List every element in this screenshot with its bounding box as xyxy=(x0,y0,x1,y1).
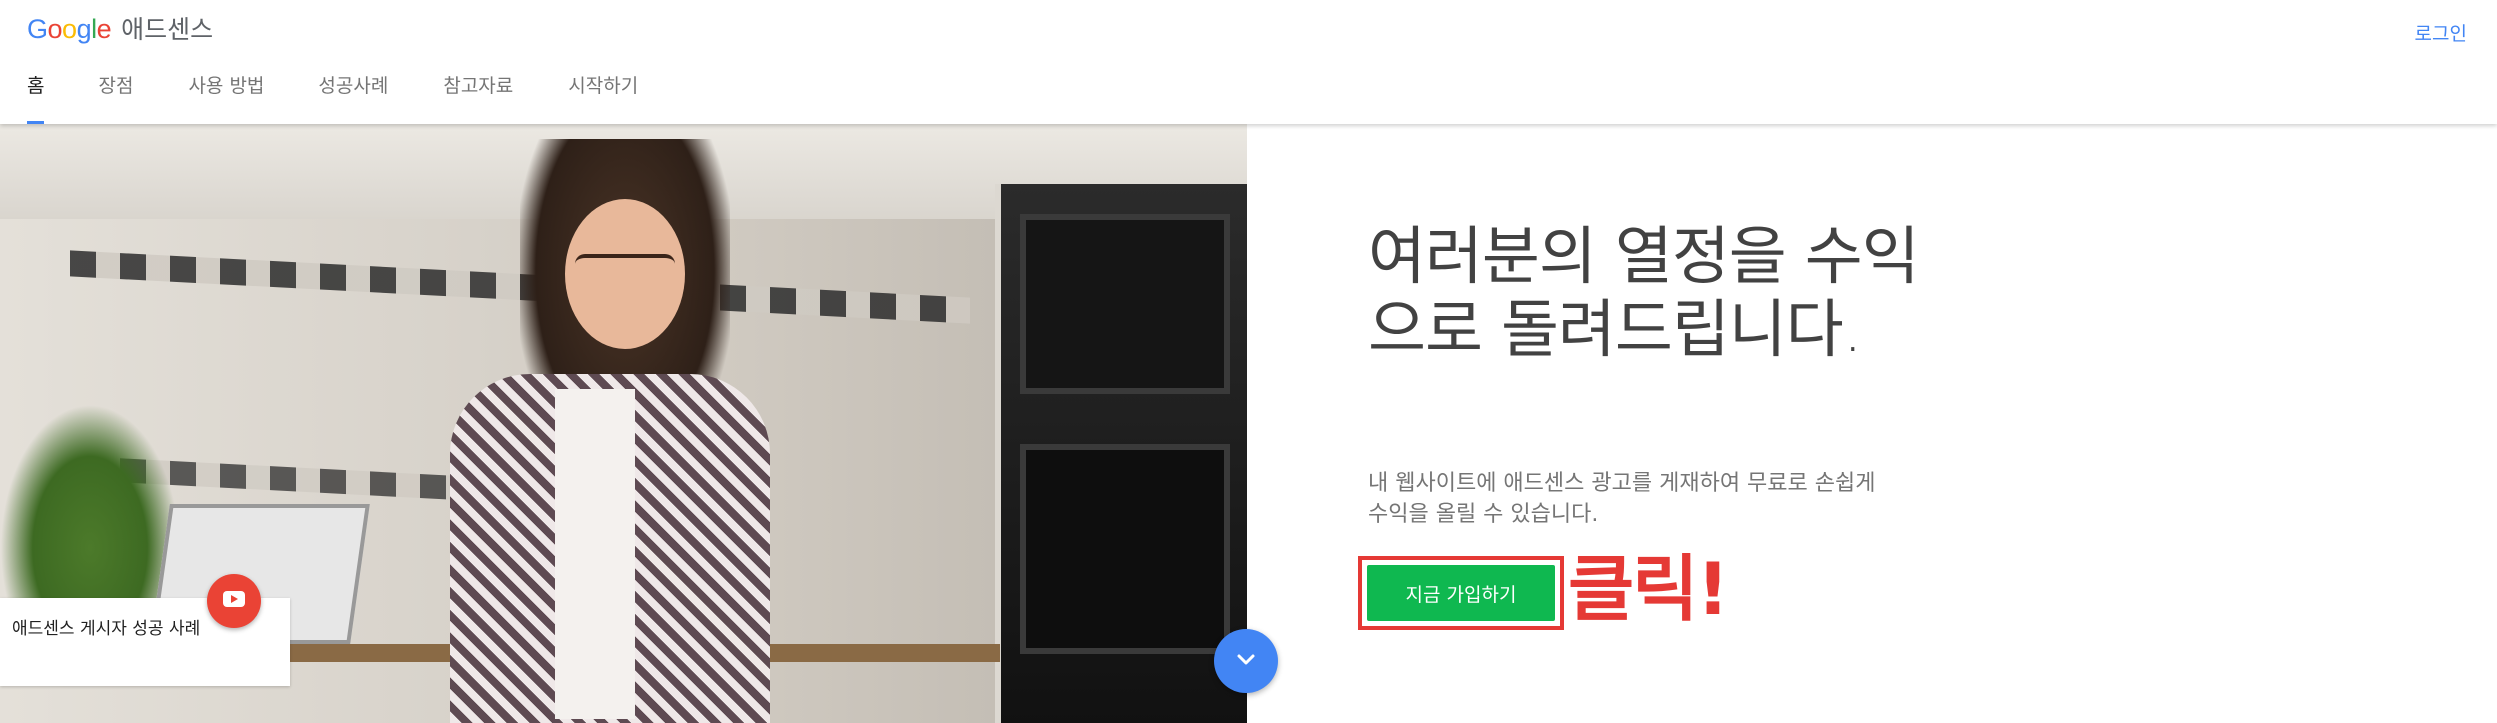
login-link[interactable]: 로그인 xyxy=(2415,19,2467,46)
youtube-play-icon xyxy=(223,591,245,611)
adsense-logo[interactable]: Google 애드센스 xyxy=(27,10,213,50)
tab-benefits[interactable]: 장점 xyxy=(98,60,133,124)
signup-button[interactable]: 지금 가입하기 xyxy=(1367,565,1555,621)
scroll-down-button[interactable] xyxy=(1214,629,1278,693)
hero-headline: 여러분의 열정을 수익으로 돌려드립니다. xyxy=(1368,220,1920,366)
tab-how-it-works[interactable]: 사용 방법 xyxy=(188,60,264,124)
oven-window xyxy=(1020,444,1230,654)
oven-window xyxy=(1020,214,1230,394)
hero-subtext: 내 웹사이트에 애드센스 광고를 게재하여 무료로 손쉽게 수익을 올릴 수 있… xyxy=(1368,471,1876,527)
tab-resources[interactable]: 참고자료 xyxy=(443,60,513,124)
google-wordmark: Google xyxy=(27,14,112,44)
tab-home[interactable]: 홈 xyxy=(27,60,45,124)
product-name: 애드센스 xyxy=(121,15,214,44)
story-card-text: 애드센스 게시자 성공 사례 xyxy=(12,619,201,639)
person-shirt xyxy=(555,389,635,719)
tab-get-started[interactable]: 시작하기 xyxy=(568,60,638,124)
tab-success-stories[interactable]: 성공사례 xyxy=(318,60,388,124)
video-play-button[interactable] xyxy=(207,574,261,628)
top-header: Google 애드센스 로그인 홈 장점 사용 방법 성공사례 참고자료 시작하… xyxy=(0,0,2497,124)
chevron-down-icon xyxy=(1235,652,1257,671)
main-nav: 홈 장점 사용 방법 성공사례 참고자료 시작하기 xyxy=(0,60,638,124)
glasses xyxy=(575,254,675,284)
click-annotation: 클릭! xyxy=(1568,547,1729,631)
